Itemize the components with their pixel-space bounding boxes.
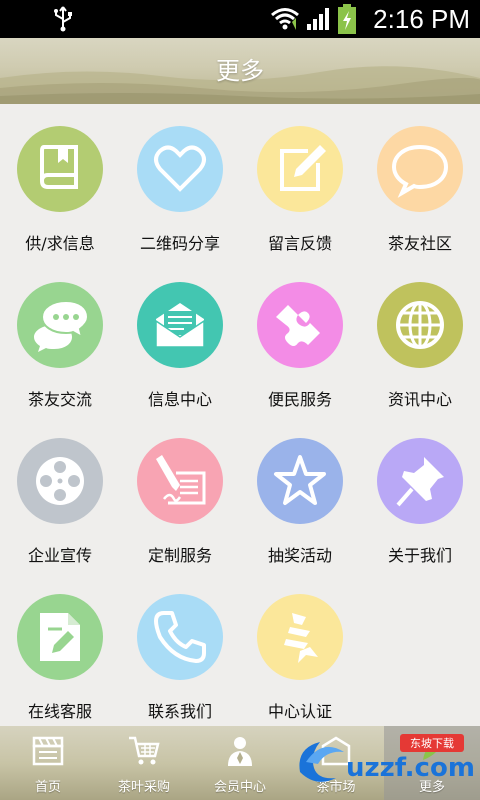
phone-icon bbox=[154, 611, 206, 663]
grid-item-label: 资讯中心 bbox=[387, 390, 452, 409]
grid-item-label: 在线客服 bbox=[27, 702, 92, 721]
feature-grid: 供/求信息 二维码分享 留言反馈 茶友社区 茶友交流 信息中心 便民服务 资讯中… bbox=[0, 104, 480, 728]
tab-label: 首页 bbox=[34, 780, 61, 795]
pushpin-icon bbox=[396, 457, 444, 507]
icon-circle bbox=[257, 438, 343, 524]
chat-bubble-icon bbox=[391, 144, 449, 198]
icon-circle bbox=[17, 282, 103, 368]
uzzf-watermark-logo: 东坡下载 uzzf.com bbox=[299, 734, 475, 783]
grid-item-label: 联系我们 bbox=[147, 702, 212, 721]
watermark-badge: 东坡下载 bbox=[410, 737, 454, 750]
sign-pen-icon bbox=[156, 455, 206, 505]
usb-icon bbox=[54, 6, 72, 32]
tab-home[interactable]: 首页 bbox=[0, 726, 96, 800]
grid-item-label: 抽奖活动 bbox=[267, 546, 332, 565]
icon-circle bbox=[257, 594, 343, 680]
grid-item-label: 中心认证 bbox=[267, 702, 332, 721]
mail-icon bbox=[155, 303, 205, 348]
grid-item-label: 茶友社区 bbox=[387, 234, 452, 253]
battery-charging-icon bbox=[338, 4, 356, 34]
icon-circle bbox=[17, 126, 103, 212]
tab-label: 茶叶采购 bbox=[117, 780, 170, 795]
clapperboard-icon bbox=[32, 736, 64, 766]
icon-circle bbox=[137, 438, 223, 524]
page-title: 更多 bbox=[216, 57, 264, 85]
document-edit-icon bbox=[40, 613, 80, 661]
grid-item-label: 便民服务 bbox=[267, 390, 332, 409]
grid-item-certification[interactable]: 中心认证 bbox=[240, 572, 360, 722]
title-bar: 更多 bbox=[0, 38, 480, 104]
book-icon bbox=[40, 145, 78, 189]
watermark-text: uzzf.com bbox=[346, 753, 475, 783]
icon-circle bbox=[17, 438, 103, 524]
grid-item-feedback[interactable]: 留言反馈 bbox=[240, 104, 360, 254]
grid-item-community[interactable]: 茶友社区 bbox=[360, 104, 480, 254]
icon-circle bbox=[377, 438, 463, 524]
icon-circle bbox=[137, 282, 223, 368]
icon-circle bbox=[17, 594, 103, 680]
icon-circle bbox=[257, 282, 343, 368]
grid-item-contact-us[interactable]: 联系我们 bbox=[120, 572, 240, 722]
edit-icon bbox=[280, 145, 326, 191]
icon-circle bbox=[257, 126, 343, 212]
grid-item-online-support[interactable]: 在线客服 bbox=[0, 572, 120, 722]
signal-icon bbox=[307, 8, 329, 30]
bottom-tab-bar: 首页 茶叶采购 会员中心 茶市场 更多 东坡下载 uzzf.com bbox=[0, 726, 480, 800]
grid-item-label: 供/求信息 bbox=[25, 234, 95, 253]
certificate-icon bbox=[284, 613, 318, 663]
tab-tea-purchase[interactable]: 茶叶采购 bbox=[96, 726, 192, 800]
grid-item-label: 二维码分享 bbox=[139, 234, 220, 253]
heart-icon bbox=[154, 145, 206, 192]
grid-item-label: 留言反馈 bbox=[267, 234, 332, 253]
grid-item-label: 关于我们 bbox=[387, 546, 452, 565]
puzzle-icon bbox=[276, 305, 320, 346]
wifi-icon bbox=[271, 8, 299, 30]
tab-label: 会员中心 bbox=[213, 780, 266, 795]
icon-circle bbox=[377, 126, 463, 212]
member-icon bbox=[228, 737, 252, 766]
grid-item-news-center[interactable]: 资讯中心 bbox=[360, 260, 480, 410]
cart-icon bbox=[129, 736, 160, 765]
grid-item-supply-demand[interactable]: 供/求信息 bbox=[0, 104, 120, 254]
grid-item-label: 企业宣传 bbox=[27, 546, 92, 565]
grid-item-lottery[interactable]: 抽奖活动 bbox=[240, 416, 360, 566]
status-bar: 2:16 PM bbox=[0, 0, 480, 38]
grid-item-label: 定制服务 bbox=[147, 546, 212, 565]
grid-item-company-promo[interactable]: 企业宣传 bbox=[0, 416, 120, 566]
grid-item-message-center[interactable]: 信息中心 bbox=[120, 260, 240, 410]
grid-item-qrcode-share[interactable]: 二维码分享 bbox=[120, 104, 240, 254]
grid-item-convenience-service[interactable]: 便民服务 bbox=[240, 260, 360, 410]
icon-circle bbox=[137, 126, 223, 212]
grid-item-custom-service[interactable]: 定制服务 bbox=[120, 416, 240, 566]
tab-member-center[interactable]: 会员中心 bbox=[192, 726, 288, 800]
chat-bubbles-icon bbox=[34, 299, 90, 352]
film-reel-icon bbox=[36, 457, 84, 505]
grid-item-tea-friends-chat[interactable]: 茶友交流 bbox=[0, 260, 120, 410]
grid-item-about-us[interactable]: 关于我们 bbox=[360, 416, 480, 566]
star-icon bbox=[274, 455, 326, 505]
icon-circle bbox=[137, 594, 223, 680]
globe-icon bbox=[396, 301, 444, 349]
status-time: 2:16 PM bbox=[373, 4, 470, 34]
grid-item-label: 信息中心 bbox=[147, 390, 212, 409]
grid-item-label: 茶友交流 bbox=[27, 390, 92, 409]
icon-circle bbox=[377, 282, 463, 368]
